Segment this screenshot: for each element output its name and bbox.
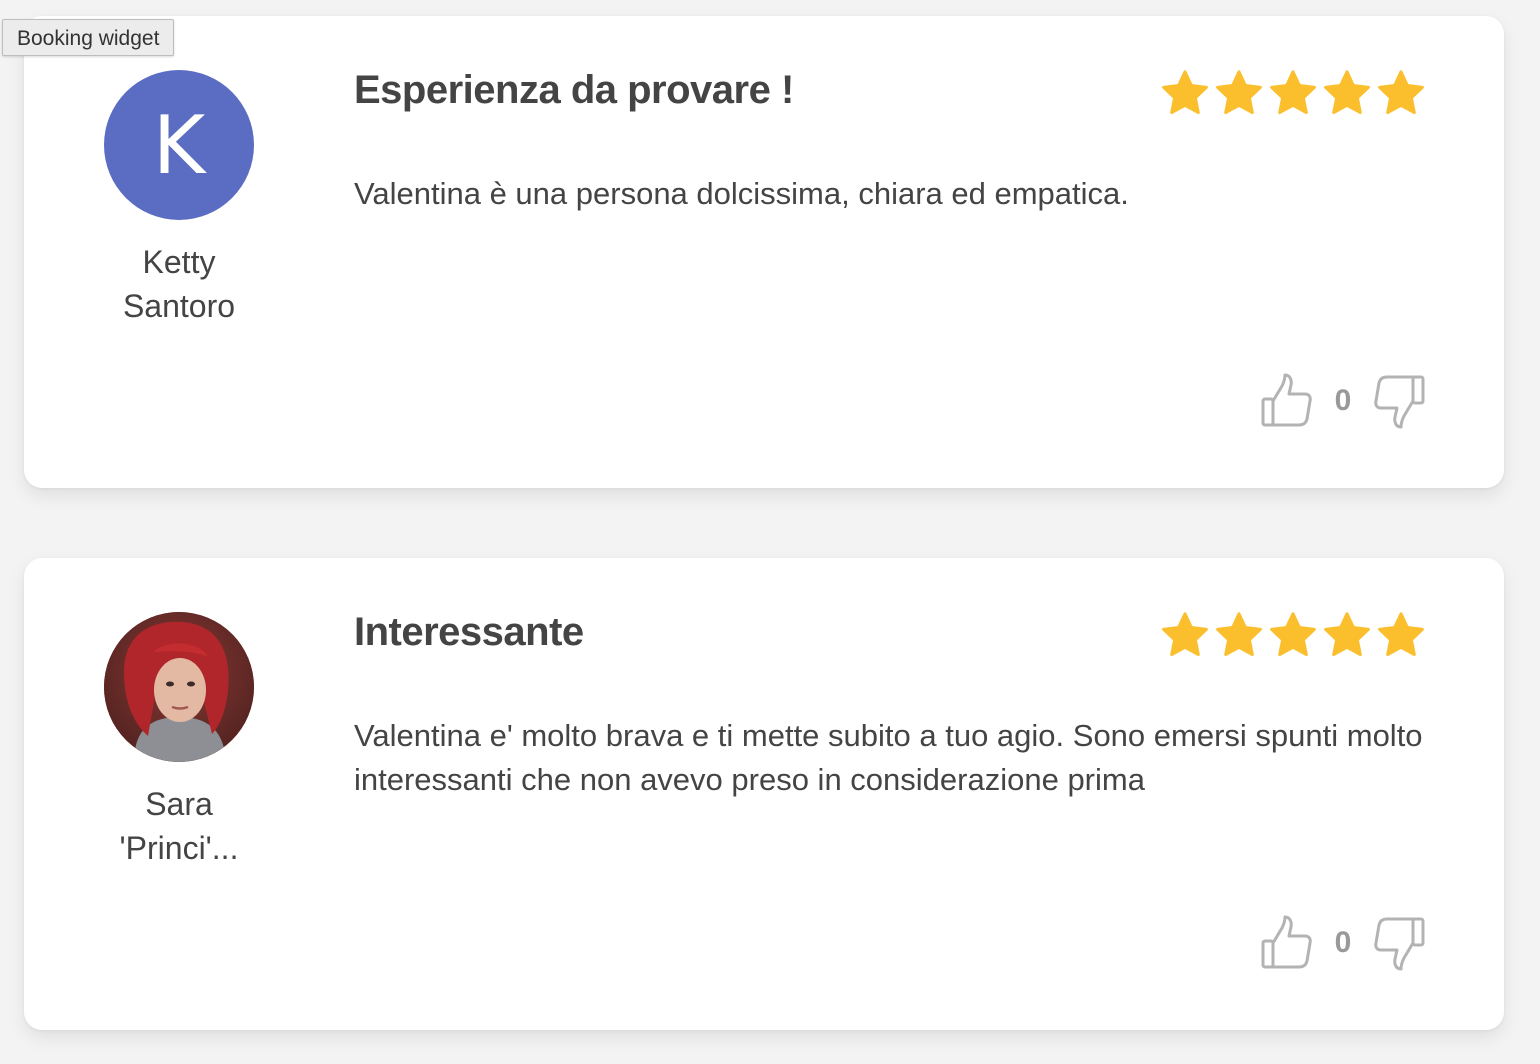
thumbs-down-icon[interactable] (1372, 372, 1426, 430)
star-icon (1270, 612, 1316, 657)
review-card: K Ketty Santoro Esperienza da provare ! … (24, 16, 1504, 488)
star-icon (1324, 612, 1370, 657)
review-title: Interessante (354, 610, 584, 654)
star-icon (1216, 70, 1262, 115)
review-author: Sara 'Princi'... (104, 612, 254, 870)
review-author: K Ketty Santoro (104, 70, 254, 328)
booking-widget-tooltip: Booking widget (2, 19, 175, 56)
review-text: Valentina è una persona dolcissima, chia… (354, 176, 1129, 211)
thumbs-down-icon[interactable] (1372, 914, 1426, 972)
thumbs-up-icon[interactable] (1260, 372, 1314, 430)
thumbs-up-icon[interactable] (1260, 914, 1314, 972)
vote-count: 0 (1334, 926, 1352, 959)
star-icon (1378, 612, 1424, 657)
author-name: Ketty Santoro (104, 240, 254, 328)
star-rating (1160, 68, 1426, 118)
star-icon (1378, 70, 1424, 115)
star-icon (1216, 612, 1262, 657)
star-rating (1160, 610, 1426, 660)
author-last-name: Santoro (122, 288, 236, 324)
author-first-name: Sara (145, 786, 213, 822)
review-title: Esperienza da provare ! (354, 68, 794, 112)
star-icon (1324, 70, 1370, 115)
avatar: K (104, 70, 254, 220)
vote-controls: 0 (1260, 372, 1426, 430)
star-icon (1270, 70, 1316, 115)
star-icon (1162, 70, 1208, 115)
profile-photo (104, 612, 254, 762)
vote-count: 0 (1334, 384, 1352, 417)
review-text: Valentina e' molto brava e ti mette subi… (354, 718, 1423, 797)
avatar (104, 612, 254, 762)
author-name: Sara 'Princi'... (104, 782, 254, 870)
author-first-name: Ketty (142, 244, 216, 280)
review-card: Sara 'Princi'... Interessante Valentina … (24, 558, 1504, 1030)
star-icon (1162, 612, 1208, 657)
vote-controls: 0 (1260, 914, 1426, 972)
author-last-name: 'Princi'... (119, 830, 239, 866)
